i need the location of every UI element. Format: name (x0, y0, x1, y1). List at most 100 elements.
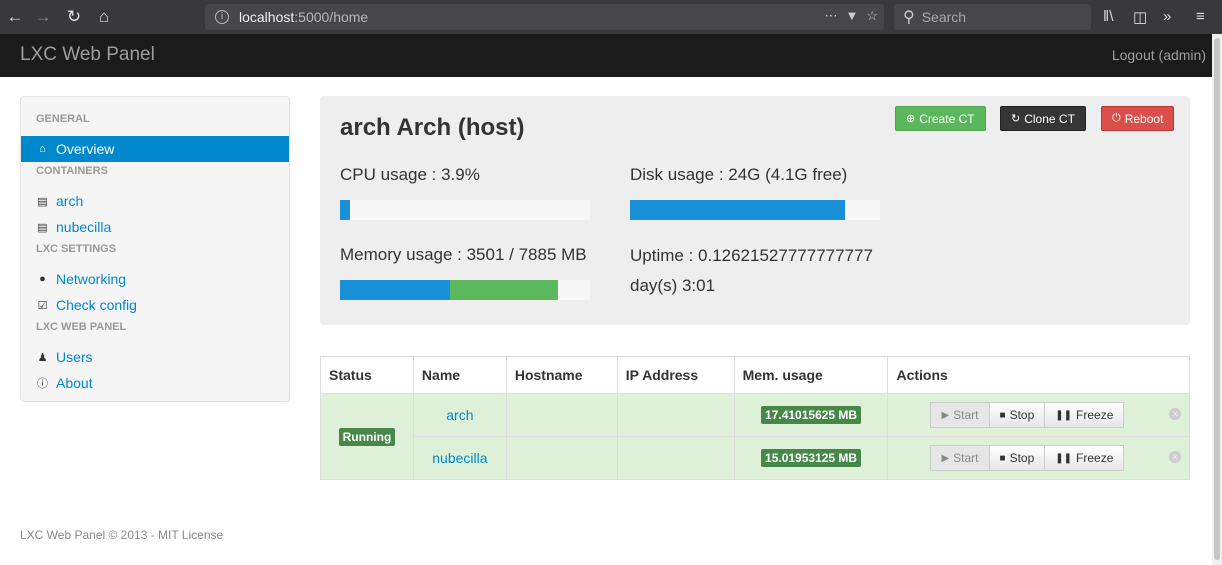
back-icon[interactable]: ← (1, 3, 29, 31)
sidebar-item-label: Check config (56, 297, 137, 313)
search-icon: ⚲ (903, 9, 915, 26)
reload-icon[interactable]: ↻ (60, 3, 88, 31)
logout-link[interactable]: Logout (admin) (1112, 47, 1206, 63)
containers-table: Status Name Hostname IP Address Mem. usa… (320, 356, 1190, 480)
sidebar-item-users[interactable]: ♟ Users (21, 344, 289, 370)
clone-ct-button[interactable]: ↻ Clone CT (1000, 106, 1086, 131)
freeze-button[interactable]: ❚❚ Freeze (1045, 445, 1125, 471)
hostname-cell (505, 436, 618, 480)
column-header-actions: Actions (887, 356, 1190, 394)
memory-used-fill (340, 280, 450, 300)
column-header-mem: Mem. usage (733, 356, 889, 394)
remove-icon[interactable]: ✕ (1169, 451, 1181, 463)
memory-usage-bar (340, 280, 590, 300)
hdd-icon: ▤ (37, 221, 48, 234)
stop-button[interactable]: ■ Stop (989, 402, 1046, 428)
sidebar-item-networking[interactable]: ● Networking (21, 266, 289, 292)
button-label: Start (953, 451, 979, 465)
cpu-usage-fill (340, 200, 350, 220)
ip-cell (616, 436, 735, 480)
pause-icon: ❚❚ (1055, 409, 1073, 421)
sidebar-item-about[interactable]: ⓘ About (21, 370, 289, 396)
bookmark-star-icon[interactable]: ☆ (866, 8, 878, 24)
table-row: Running arch 17.41015625 MB ▶ Start ■ Stop… (320, 393, 1190, 480)
stop-icon: ■ (999, 452, 1006, 464)
hdd-icon: ▤ (37, 195, 48, 208)
sidebar-item-arch[interactable]: ▤ arch (21, 188, 289, 214)
sidebar-item-label: About (56, 375, 93, 391)
sidebar: GENERAL ⌂ Overview CONTAINERS ▤ arch ▤ n… (20, 96, 290, 402)
sidebar-item-check-config[interactable]: ☑ Check config (21, 292, 289, 318)
actions-cell: ▶ Start ■ Stop ❚❚ Freeze ✕ (887, 436, 1190, 480)
disk-usage-fill (630, 200, 845, 220)
column-header-name: Name (412, 356, 507, 394)
start-button[interactable]: ▶ Start (930, 402, 990, 428)
sidebar-item-overview[interactable]: ⌂ Overview (21, 136, 289, 162)
create-ct-button[interactable]: ⊕ Create CT (895, 106, 986, 131)
play-icon: ▶ (941, 409, 950, 421)
sidebar-toggle-icon[interactable]: ◫ (1133, 8, 1147, 26)
brand[interactable]: LXC Web Panel (20, 44, 155, 66)
url-bar[interactable]: i localhost:5000/home ⋯ ▼ ☆ (205, 4, 884, 30)
host-title: arch Arch (host) (340, 114, 525, 141)
disk-usage-label: Disk usage : 24G (4.1G free) (630, 165, 848, 184)
play-icon: ▶ (941, 452, 950, 464)
button-label: Start (953, 408, 979, 422)
status-cell: Running (320, 393, 414, 480)
button-label: Freeze (1076, 451, 1114, 465)
info-icon: ⓘ (37, 378, 48, 390)
sidebar-item-nubecilla[interactable]: ▤ nubecilla (21, 214, 289, 240)
plus-circle-icon: ⊕ (906, 113, 916, 125)
user-icon: ♟ (37, 351, 48, 364)
memory-usage-label: Memory usage : 3501 / 7885 MB (340, 245, 587, 264)
scrollbar-thumb[interactable] (1214, 38, 1220, 560)
sidebar-header-lxc-settings: LXC SETTINGS (36, 243, 117, 255)
freeze-button[interactable]: ❚❚ Freeze (1045, 402, 1125, 428)
sidebar-item-label: Overview (56, 141, 115, 157)
home-browser-icon[interactable]: ⌂ (90, 3, 118, 31)
stop-button[interactable]: ■ Stop (989, 445, 1046, 471)
mem-cell: 17.41015625 MB (733, 393, 889, 437)
check-icon: ☑ (37, 299, 48, 312)
sidebar-header-general: GENERAL (36, 113, 90, 125)
sidebar-header-lxc-web-panel: LXC WEB PANEL (36, 321, 127, 333)
button-label: Clone CT (1024, 111, 1075, 126)
library-icon[interactable]: ‖\ (1103, 8, 1113, 25)
container-name-link[interactable]: nubecilla (412, 436, 507, 480)
memory-cached-fill (450, 280, 558, 300)
start-button[interactable]: ▶ Start (930, 445, 990, 471)
button-label: Stop (1009, 451, 1035, 465)
sidebar-item-label: Networking (56, 271, 127, 287)
actions-cell: ▶ Start ■ Stop ❚❚ Freeze ✕ (887, 393, 1190, 437)
action-button-group: ▶ Start ■ Stop ❚❚ Freeze (930, 445, 1125, 471)
overflow-chevron-icon[interactable]: » (1163, 8, 1171, 25)
sidebar-header-containers: CONTAINERS (36, 165, 108, 177)
menu-hamburger-icon[interactable]: ≡ (1196, 8, 1205, 25)
globe-icon: ● (39, 273, 46, 285)
url-text[interactable]: localhost:5000/home (239, 9, 368, 25)
button-label: Stop (1009, 408, 1035, 422)
disk-usage-bar (630, 200, 880, 220)
sidebar-item-label: arch (56, 193, 84, 209)
search-placeholder: Search (921, 9, 967, 25)
browser-toolbar: ← → ↻ ⌂ i localhost:5000/home ⋯ ▼ ☆ ⚲ Se… (0, 0, 1222, 34)
pause-icon: ❚❚ (1055, 452, 1073, 464)
mem-badge: 17.41015625 MB (761, 406, 862, 424)
browser-search-input[interactable]: ⚲ Search (894, 4, 1091, 30)
column-header-ip: IP Address (616, 356, 735, 394)
page-actions-icon[interactable]: ⋯ (824, 8, 837, 24)
reboot-button[interactable]: ⏻ Reboot (1101, 106, 1175, 131)
button-label: Freeze (1076, 408, 1114, 422)
stop-icon: ■ (999, 409, 1006, 421)
site-info-icon[interactable]: i (215, 10, 229, 24)
cpu-usage-bar (340, 200, 590, 220)
container-name-link[interactable]: arch (412, 393, 507, 437)
ip-cell (616, 393, 735, 437)
pocket-icon[interactable]: ▼ (845, 8, 858, 24)
page-scrollbar[interactable] (1212, 34, 1222, 565)
host-summary: arch Arch (host) ⊕ Create CT ↻ Clone CT … (320, 96, 1190, 325)
refresh-icon: ↻ (1011, 113, 1021, 125)
column-header-hostname: Hostname (505, 356, 618, 394)
remove-icon[interactable]: ✕ (1169, 408, 1181, 420)
forward-icon[interactable]: → (29, 3, 57, 31)
